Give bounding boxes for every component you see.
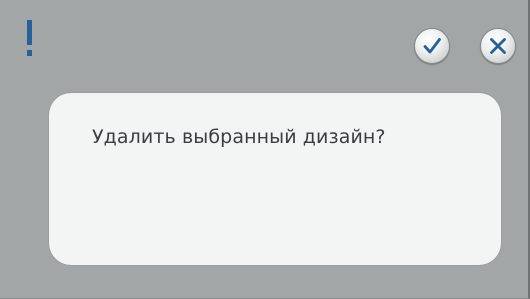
exclamation-bar bbox=[27, 20, 32, 45]
dialog-message: Удалить выбранный дизайн? bbox=[92, 126, 386, 148]
exclamation-dot bbox=[27, 50, 32, 56]
checkmark-icon bbox=[423, 38, 441, 54]
cancel-button[interactable] bbox=[480, 28, 516, 64]
message-panel: Удалить выбранный дизайн? bbox=[49, 93, 501, 265]
confirm-delete-dialog: Удалить выбранный дизайн? bbox=[0, 0, 530, 299]
exclamation-icon bbox=[26, 20, 34, 56]
confirm-button[interactable] bbox=[414, 28, 450, 64]
close-icon bbox=[490, 38, 506, 54]
